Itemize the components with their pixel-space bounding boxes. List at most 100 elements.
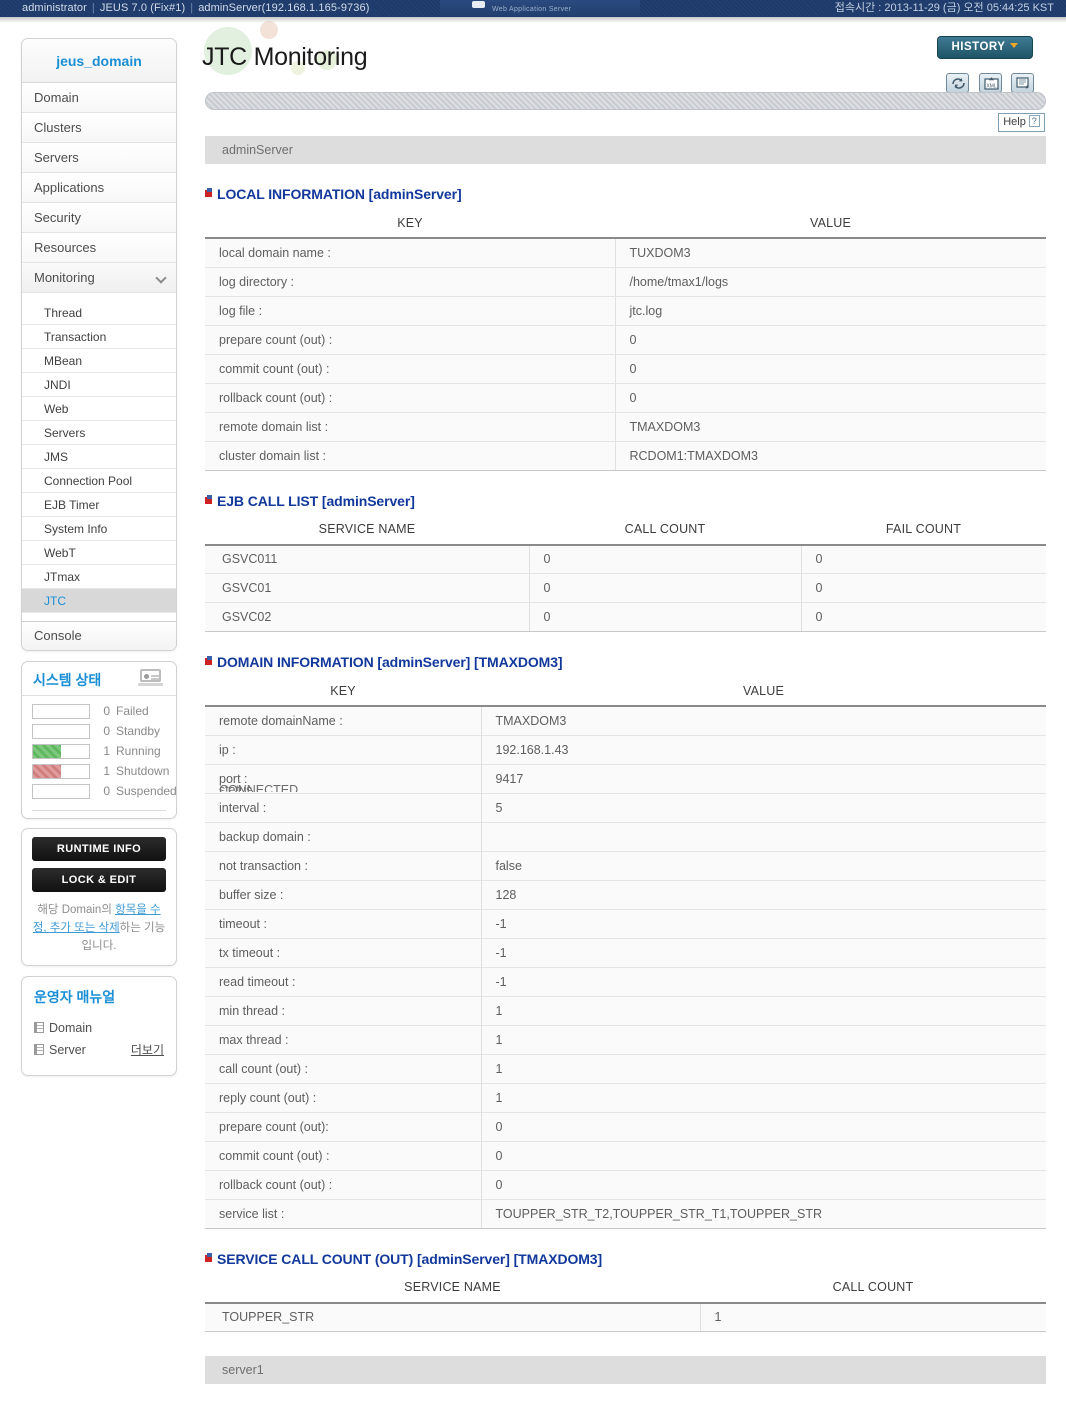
sidebar-subitem-transaction[interactable]: Transaction — [22, 325, 176, 349]
system-status-header: 시스템 상태 — [22, 662, 176, 696]
xml-export-icon[interactable]: XML — [979, 73, 1002, 93]
sidebar-subitem-jtc[interactable]: JTC — [22, 589, 176, 613]
manual-item-server[interactable]: Server 더보기 — [34, 1039, 164, 1061]
cell-service-name: GSVC011 — [205, 545, 529, 574]
sidebar-nav-card: jeus_domain Domain Clusters Servers Appl… — [21, 38, 177, 651]
refresh-icon[interactable] — [946, 73, 969, 93]
cell-value: 9417 — [481, 764, 1046, 793]
sidebar-item-applications[interactable]: Applications — [22, 173, 176, 203]
cell-key: min thread : — [205, 996, 481, 1025]
sidebar-subitem-webt[interactable]: WebT — [22, 541, 176, 565]
history-button[interactable]: HISTORY — [937, 36, 1033, 59]
runtime-info-button[interactable]: RUNTIME INFO — [32, 837, 166, 861]
sidebar-subitem-label: Web — [44, 402, 68, 416]
server-band-adminserver[interactable]: adminServer — [205, 136, 1046, 164]
status-count-standby: 0 — [98, 724, 110, 738]
save-export-icon[interactable] — [1011, 73, 1034, 93]
status-bar-suspended — [32, 784, 90, 799]
table-service-call-count: SERVICE NAME CALL COUNT TOUPPER_STR1 — [205, 1273, 1046, 1333]
product-logo: Web Application Server — [440, 0, 640, 16]
table-row: timeout :-1 — [205, 909, 1046, 938]
system-status-title: 시스템 상태 — [33, 670, 101, 690]
sidebar-item-label: Clusters — [34, 120, 82, 135]
system-status-panel: 시스템 상태 0 Failed 0 Standby 1 Running — [21, 661, 177, 819]
cell-value: TMAXDOM3 — [615, 412, 1046, 441]
cell-key: remote domainName : — [205, 706, 481, 735]
cell-key: local domain name : — [205, 238, 615, 267]
column-header-call-count: CALL COUNT — [700, 1273, 1046, 1303]
sidebar-subitem-label: Transaction — [44, 330, 106, 344]
topbar-connect-time: 접속시간 : 2013-11-29 (금) 오전 05:44:25 KST — [835, 0, 1054, 17]
operator-manual-panel: 운영자 매뉴얼 Domain Server 더보기 — [21, 976, 177, 1076]
status-label-suspended: Suspended — [116, 784, 177, 798]
sidebar-item-label: Domain — [34, 90, 79, 105]
status-row-shutdown: 1 Shutdown — [32, 762, 166, 782]
laptop-icon[interactable] — [138, 669, 163, 686]
sidebar-subitem-mbean[interactable]: MBean — [22, 349, 176, 373]
sidebar-item-resources[interactable]: Resources — [22, 233, 176, 263]
sidebar-subitem-jms[interactable]: JMS — [22, 445, 176, 469]
status-label-running: Running — [116, 744, 161, 758]
sidebar-subitem-web[interactable]: Web — [22, 397, 176, 421]
table-row: cluster domain list :RCDOM1:TMAXDOM3 — [205, 441, 1046, 470]
status-count-running: 1 — [98, 744, 110, 758]
status-row-standby: 0 Standby — [32, 722, 166, 742]
sidebar-subitem-jndi[interactable]: JNDI — [22, 373, 176, 397]
section-title-text: SERVICE CALL COUNT (OUT) [adminServer] [… — [217, 1251, 602, 1267]
sidebar-subitem-jtmax[interactable]: JTmax — [22, 565, 176, 589]
sidebar-item-console[interactable]: Console — [22, 622, 176, 650]
table-row: GSVC0100 — [205, 574, 1046, 603]
table-row: buffer size :128 — [205, 880, 1046, 909]
table-row: remote domainName :TMAXDOM3 — [205, 706, 1046, 735]
history-button-label: HISTORY — [952, 41, 1006, 53]
status-count-suspended: 0 — [98, 784, 110, 798]
column-header-service-name: SERVICE NAME — [205, 515, 529, 545]
status-label-shutdown: Shutdown — [116, 764, 169, 778]
table-row: remote domain list :TMAXDOM3 — [205, 412, 1046, 441]
section-bullet-icon — [205, 497, 212, 504]
desc-link-3[interactable]: 제 — [109, 922, 120, 934]
sidebar-item-clusters[interactable]: Clusters — [22, 113, 176, 143]
cell-value: 0 — [481, 1112, 1046, 1141]
table-row: tx timeout :-1 — [205, 938, 1046, 967]
cell-key: max thread : — [205, 1025, 481, 1054]
table-header-row: KEY VALUE — [205, 208, 1046, 238]
status-row-suspended: 0 Suspended — [32, 782, 166, 802]
section-title-text: LOCAL INFORMATION [adminServer] — [217, 186, 462, 202]
manual-item-domain[interactable]: Domain — [34, 1017, 164, 1039]
clipped-status-value: CONNECTED — [219, 783, 298, 792]
sidebar-subitem-ejb-timer[interactable]: EJB Timer — [22, 493, 176, 517]
cell-key: buffer size : — [205, 880, 481, 909]
cell-value: 1 — [481, 1025, 1046, 1054]
sidebar-item-servers[interactable]: Servers — [22, 143, 176, 173]
sidebar-subitem-connection-pool[interactable]: Connection Pool — [22, 469, 176, 493]
status-count-shutdown: 1 — [98, 764, 110, 778]
cell-fail-count: 0 — [801, 545, 1046, 574]
table-row: rollback count (out) :0 — [205, 383, 1046, 412]
submenu-bottom-pad — [22, 613, 176, 621]
lock-and-edit-button[interactable]: LOCK & EDIT — [32, 868, 166, 892]
cell-value: 192.168.1.43 — [481, 735, 1046, 764]
sidebar-domain-title[interactable]: jeus_domain — [22, 39, 176, 83]
cell-key: prepare count (out) : — [205, 325, 615, 354]
sidebar-item-security[interactable]: Security — [22, 203, 176, 233]
action-button-panel: RUNTIME INFO LOCK & EDIT 해당 Domain의 항목을 … — [21, 828, 177, 966]
sidebar-item-label: Servers — [34, 150, 79, 165]
column-header-fail-count: FAIL COUNT — [801, 515, 1046, 545]
desc-link-1[interactable]: 항목 — [115, 904, 136, 916]
cell-value: CONNECTED 5 — [481, 793, 1046, 822]
sidebar-submenu-monitoring: Thread Transaction MBean JNDI Web Server… — [22, 293, 176, 622]
server-band-server1[interactable]: server1 — [205, 1356, 1046, 1384]
sidebar-item-monitoring[interactable]: Monitoring — [22, 263, 176, 293]
help-button[interactable]: Help? — [998, 113, 1045, 132]
sidebar-item-domain[interactable]: Domain — [22, 83, 176, 113]
sidebar-subitem-servers[interactable]: Servers — [22, 421, 176, 445]
table-row: commit count (out) :0 — [205, 1141, 1046, 1170]
table-row: reply count (out) :1 — [205, 1083, 1046, 1112]
sidebar-subitem-label: Thread — [44, 306, 82, 320]
sidebar-subitem-thread[interactable]: Thread — [22, 301, 176, 325]
sidebar-subitem-system-info[interactable]: System Info — [22, 517, 176, 541]
operator-manual-title: 운영자 매뉴얼 — [34, 987, 164, 1007]
table-row: backup domain : — [205, 822, 1046, 851]
manual-more-link[interactable]: 더보기 — [131, 1039, 164, 1061]
